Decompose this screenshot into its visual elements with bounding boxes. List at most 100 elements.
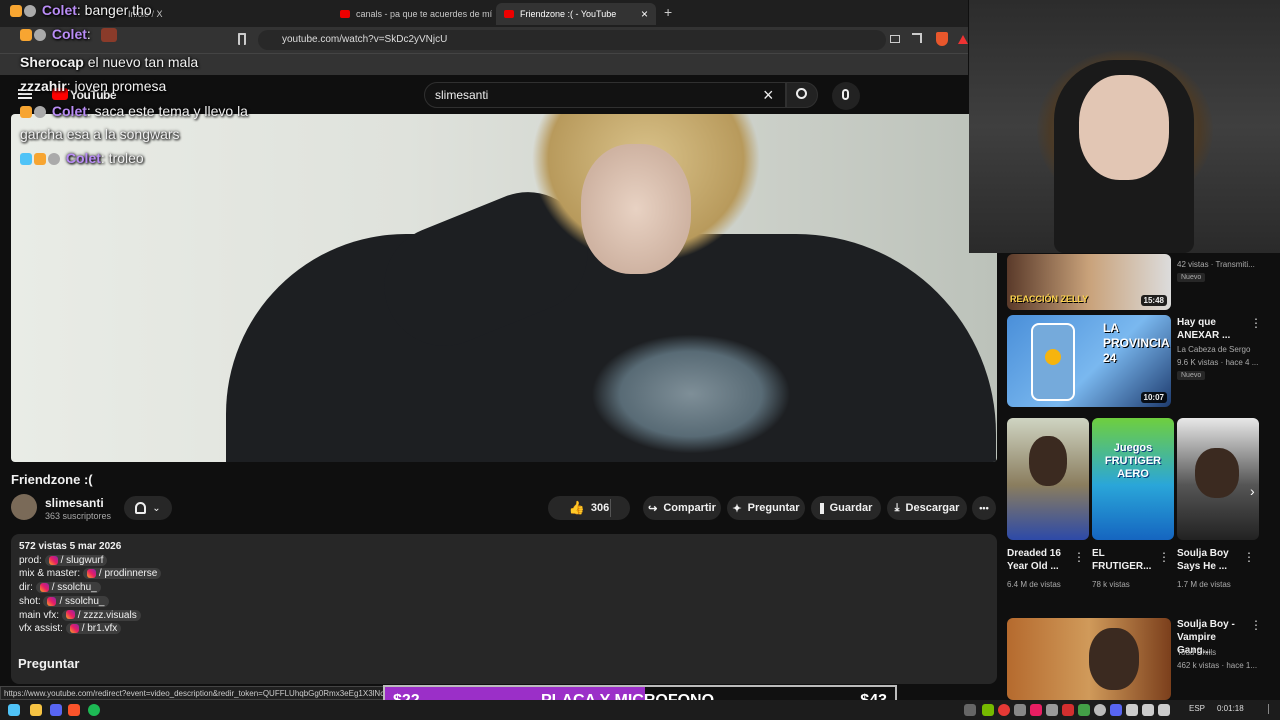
thumbnail-caption: REACCIÓN ZELLY xyxy=(1010,294,1089,304)
channel-avatar[interactable] xyxy=(11,494,37,520)
instagram-icon xyxy=(47,596,57,606)
tray-icon[interactable] xyxy=(1110,704,1122,716)
instagram-icon xyxy=(48,555,58,565)
tray-icon[interactable] xyxy=(1062,704,1074,716)
credit-link[interactable]: / prodinnerse xyxy=(82,568,162,580)
search-button[interactable] xyxy=(786,82,818,108)
clock[interactable]: 0:01:18 xyxy=(1217,704,1244,713)
brave-icon[interactable] xyxy=(68,704,80,716)
notification-bell-button[interactable]: ⌄ xyxy=(124,496,172,520)
webcam-head xyxy=(1079,75,1169,180)
short-thumbnail[interactable]: Juegos FRUTIGER AERO xyxy=(1092,418,1174,540)
brave-rewards-icon[interactable] xyxy=(958,35,968,44)
language-indicator[interactable]: ESP xyxy=(1189,704,1205,713)
start-icon[interactable] xyxy=(8,704,20,716)
description-stats: 572 vistas 5 mar 2026 xyxy=(19,541,122,552)
new-tab-button[interactable]: + xyxy=(664,4,672,20)
tab-friendzone[interactable]: Friendzone :( - YouTube × xyxy=(496,3,656,25)
voice-search-button[interactable] xyxy=(832,82,860,110)
spotify-icon[interactable] xyxy=(88,704,100,716)
short-title[interactable]: Dreaded 16 Year Old ... xyxy=(1007,547,1071,573)
chat-message-continued: garcha esa a la songwars xyxy=(20,126,180,142)
instagram-icon xyxy=(69,624,79,634)
more-actions-button[interactable]: ••• xyxy=(972,496,996,520)
credit-handle: / ssolchu_ xyxy=(59,595,105,607)
tray-icon[interactable] xyxy=(1046,704,1058,716)
tray-icon[interactable] xyxy=(964,704,976,716)
close-tab-icon[interactable]: × xyxy=(641,7,648,21)
file-explorer-icon[interactable] xyxy=(30,704,42,716)
screen-icon[interactable] xyxy=(890,35,900,43)
instagram-icon xyxy=(86,569,96,579)
more-dots-icon: ••• xyxy=(979,503,989,513)
video-player[interactable] xyxy=(11,114,997,462)
video-description[interactable]: 572 vistas 5 mar 2026 prod: / slugwurf m… xyxy=(11,534,997,684)
subscriber-count: 363 suscriptores xyxy=(45,511,112,521)
tray-icon[interactable] xyxy=(1030,704,1042,716)
chat-text: : xyxy=(86,26,91,42)
search-input[interactable]: slimesanti xyxy=(424,82,786,108)
thumbnail-caption: LA PROVINCIA 24 xyxy=(1103,321,1170,365)
sparkle-icon: ✦ xyxy=(732,502,742,515)
more-options-icon[interactable]: ⋮ xyxy=(1250,618,1262,632)
chat-text: : saca este tema y llevo la xyxy=(86,103,248,119)
chat-username: Sherocap xyxy=(20,54,84,70)
short-meta: 1.7 M de vistas xyxy=(1177,580,1231,589)
save-button[interactable]: Guardar xyxy=(811,496,881,520)
short-thumbnail[interactable] xyxy=(1007,418,1089,540)
more-options-icon[interactable]: ⋮ xyxy=(1243,550,1255,564)
credit-link[interactable]: / br1.vfx xyxy=(65,623,122,635)
tray-icon[interactable] xyxy=(1078,704,1090,716)
short-face xyxy=(1195,448,1239,498)
tray-icon[interactable] xyxy=(1094,704,1106,716)
short-thumbnail[interactable] xyxy=(1177,418,1259,540)
download-icon: ⤓ xyxy=(894,501,900,514)
bookmark-icon xyxy=(819,502,824,514)
recommendation-channel[interactable]: La Cabeza de Sergo xyxy=(1177,344,1250,355)
credit-link[interactable]: / ssolchu_ xyxy=(43,595,109,607)
chat-badge-icon xyxy=(34,106,46,119)
chat-badge-icon xyxy=(34,153,46,166)
discord-icon[interactable] xyxy=(50,704,62,716)
chat-badge-icon xyxy=(20,106,32,119)
chat-text: : banger tho xyxy=(76,2,152,18)
show-desktop-button[interactable] xyxy=(1268,704,1276,714)
share-arrow-icon: ↪ xyxy=(648,502,658,515)
like-button[interactable]: 👍 306 xyxy=(548,496,630,520)
battery-icon[interactable] xyxy=(1158,704,1170,716)
recommendation-channel[interactable]: Todd Chills xyxy=(1177,647,1216,658)
chat-username: Colet xyxy=(51,103,87,119)
download-button[interactable]: ⤓ Descargar xyxy=(887,496,967,520)
credit-link[interactable]: / slugwurf xyxy=(44,554,108,566)
chat-message: Colet: saca este tema y llevo la xyxy=(20,103,248,119)
brave-shield-icon[interactable] xyxy=(936,32,948,46)
recommendation-thumbnail[interactable] xyxy=(1007,618,1171,700)
recommendation-title[interactable]: Hay que ANEXAR ... xyxy=(1177,316,1243,342)
recommendation-thumbnail[interactable]: LA PROVINCIA 24 10:07 xyxy=(1007,315,1171,407)
short-title[interactable]: Soulja Boy Says He ... xyxy=(1177,547,1241,573)
chevron-right-icon[interactable]: › xyxy=(1250,483,1255,499)
obs-icon[interactable] xyxy=(998,704,1010,716)
ask-button[interactable]: ✦ Preguntar xyxy=(727,496,805,520)
more-options-icon[interactable]: ⋮ xyxy=(1073,550,1085,564)
more-options-icon[interactable]: ⋮ xyxy=(1250,316,1262,330)
clear-search-icon[interactable]: × xyxy=(763,86,774,104)
download-label: Descargar xyxy=(905,502,960,514)
short-title[interactable]: EL FRUTIGER... xyxy=(1092,547,1156,573)
share-icon[interactable] xyxy=(912,33,922,43)
more-options-icon[interactable]: ⋮ xyxy=(1158,550,1170,564)
nvidia-icon[interactable] xyxy=(982,704,994,716)
channel-name[interactable]: slimesanti xyxy=(45,496,104,510)
recommendation-thumbnail[interactable]: REACCIÓN ZELLY 15:48 xyxy=(1007,254,1171,310)
webcam-overlay xyxy=(969,0,1280,253)
chat-message: Sherocap el nuevo tan mala xyxy=(20,54,198,70)
share-button[interactable]: ↪ Compartir xyxy=(643,496,721,520)
address-bar[interactable]: youtube.com/watch?v=SkDc2yVNjcU xyxy=(258,30,886,50)
wifi-icon[interactable] xyxy=(1126,704,1138,716)
tray-icon[interactable] xyxy=(1014,704,1026,716)
tab-canals[interactable]: canals - pa que te acuerdes de mí [E xyxy=(332,3,492,25)
credit-link[interactable]: / ssolchu_ xyxy=(35,582,101,594)
credit-link[interactable]: / zzzz.visuals xyxy=(61,609,141,621)
volume-icon[interactable] xyxy=(1142,704,1154,716)
bookmark-icon[interactable] xyxy=(238,33,246,45)
